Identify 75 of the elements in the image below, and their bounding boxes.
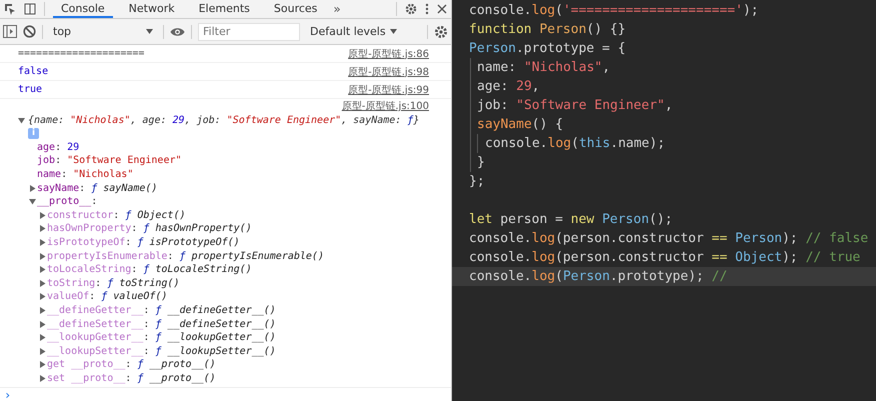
more-options-icon[interactable] xyxy=(425,3,429,15)
code-line: Person.prototype = { xyxy=(469,41,626,56)
collapse-arrow-icon[interactable] xyxy=(18,116,25,124)
expand-arrow-icon[interactable] xyxy=(39,334,46,342)
log-message: ===================== xyxy=(18,48,144,59)
log-message: true xyxy=(18,84,42,95)
property-entry[interactable]: __lookupSetter__: ƒ __lookupSetter__() xyxy=(47,346,276,357)
source-link[interactable]: 原型-原型链.js:86 xyxy=(348,46,429,60)
settings-icon[interactable] xyxy=(434,24,448,38)
more-tabs-button[interactable]: » xyxy=(333,2,341,16)
expand-arrow-icon[interactable] xyxy=(39,252,46,260)
expand-arrow-icon[interactable] xyxy=(39,293,46,300)
property-entry[interactable]: set __proto__: ƒ __proto__() xyxy=(47,372,216,384)
panel-tab[interactable]: Elements xyxy=(190,0,258,18)
sidebar-toggle-icon[interactable] xyxy=(3,25,17,38)
expand-arrow-icon[interactable] xyxy=(39,225,46,232)
property-entry[interactable]: propertyIsEnumerable: ƒ propertyIsEnumerable() xyxy=(47,250,324,262)
property-entry[interactable]: __proto__: xyxy=(37,196,98,208)
code-line: }; xyxy=(469,174,485,189)
property-entry[interactable]: toString: ƒ toString() xyxy=(47,278,180,289)
property-entry[interactable]: get __proto__: ƒ __proto__() xyxy=(47,359,216,370)
console-prompt[interactable]: › xyxy=(0,387,451,401)
source-link[interactable]: 原型-原型链.js:99 xyxy=(348,82,429,96)
code-line: } xyxy=(477,155,485,170)
expand-arrow-icon[interactable] xyxy=(39,280,46,287)
close-icon[interactable] xyxy=(437,4,447,14)
property-entry[interactable]: __defineSetter__: ƒ __defineSetter__() xyxy=(47,318,276,330)
dropdown-caret-icon[interactable] xyxy=(390,29,397,34)
expand-arrow-icon[interactable] xyxy=(39,212,46,219)
code-line: console.log(person.constructor == Person); // false xyxy=(469,231,868,246)
property-entry[interactable]: constructor: ƒ Object() xyxy=(47,210,186,221)
code-line: job: "Software Engineer", xyxy=(477,98,673,113)
expand-arrow-icon[interactable] xyxy=(39,348,46,355)
property-entry: name: "Nicholas" xyxy=(37,169,134,180)
property-entry: age: 29 xyxy=(37,142,80,153)
code-line: console.log(Person.prototype); // xyxy=(469,269,728,284)
code-line: age: 29, xyxy=(477,79,540,94)
object-summary[interactable]: {name: "Nicholas", age: 29, job: "Software Engineer", sayName: ƒ} xyxy=(28,114,420,126)
source-link[interactable]: 原型-原型链.js:100 xyxy=(342,99,429,113)
eye-icon[interactable] xyxy=(170,26,185,36)
property-entry[interactable]: __defineGetter__: ƒ __defineGetter__() xyxy=(47,305,276,316)
expand-arrow-icon[interactable] xyxy=(29,184,36,192)
property-entry[interactable]: isPrototypeOf: ƒ isPrototypeOf() xyxy=(47,237,240,248)
property-entry[interactable]: valueOf: ƒ valueOf() xyxy=(47,291,168,302)
filter-input[interactable]: Filter xyxy=(198,22,300,40)
device-icon[interactable] xyxy=(24,3,36,15)
expand-arrow-icon[interactable] xyxy=(39,239,46,246)
log-message: false xyxy=(18,66,48,77)
source-link[interactable]: 原型-原型链.js:98 xyxy=(348,64,429,78)
property-entry[interactable]: sayName: ƒ sayName() xyxy=(37,182,158,194)
collapse-arrow-icon[interactable] xyxy=(29,198,36,206)
expand-arrow-icon[interactable] xyxy=(39,374,46,382)
property-entry[interactable]: __lookupGetter__: ƒ __lookupGetter__() xyxy=(47,332,276,344)
code-line: function Person() {} xyxy=(469,22,626,37)
code-line: let person = new Person(); xyxy=(469,212,673,227)
clear-console-icon[interactable] xyxy=(23,25,36,38)
context-selector[interactable]: top xyxy=(49,25,157,38)
property-entry[interactable]: toLocaleString: ƒ toLocaleString() xyxy=(47,264,252,276)
code-line: console.log(this.name); xyxy=(485,136,666,151)
panel-tab[interactable]: Network xyxy=(120,0,183,18)
code-line: name: "Nicholas", xyxy=(477,60,610,75)
dropdown-caret-icon[interactable] xyxy=(146,29,153,34)
expand-arrow-icon[interactable] xyxy=(39,266,46,274)
inspect-icon[interactable] xyxy=(4,3,16,15)
expand-arrow-icon[interactable] xyxy=(39,320,46,328)
code-line: sayName() { xyxy=(477,117,564,132)
expand-arrow-icon[interactable] xyxy=(39,307,46,314)
code-line: console.log('====================='); xyxy=(469,3,759,18)
settings-icon[interactable] xyxy=(405,3,417,15)
code-line: console.log(person.constructor == Object); // true xyxy=(469,250,860,265)
panel-tab[interactable]: Sources xyxy=(266,0,326,18)
property-entry: job: "Software Engineer" xyxy=(37,155,182,166)
property-entry[interactable]: hasOwnProperty: ƒ hasOwnProperty() xyxy=(47,223,252,234)
log-levels-dropdown[interactable]: Default levels xyxy=(306,25,401,38)
expand-arrow-icon[interactable] xyxy=(39,361,46,368)
